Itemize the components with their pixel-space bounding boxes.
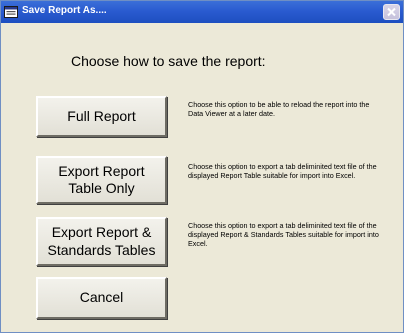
window-title: Save Report As.... — [22, 5, 107, 16]
app-window-icon — [4, 6, 18, 18]
export-report-standards-button[interactable]: Export Report & Standards Tables — [36, 217, 167, 266]
full-report-button[interactable]: Full Report — [36, 96, 167, 137]
dialog-heading: Choose how to save the report: — [71, 53, 266, 69]
export-report-table-button[interactable]: Export Report Table Only — [36, 156, 167, 204]
save-report-dialog: Save Report As.... Choose how to save th… — [0, 0, 404, 333]
title-bar[interactable]: Save Report As.... — [1, 1, 403, 23]
full-report-description: Choose this option to be able to reload … — [188, 100, 370, 119]
close-icon — [387, 7, 396, 17]
cancel-button[interactable]: Cancel — [36, 277, 167, 319]
export-report-table-description: Choose this option to export a tab delim… — [188, 162, 377, 181]
export-report-standards-description: Choose this option to export a tab delim… — [188, 221, 379, 249]
close-button[interactable] — [383, 4, 400, 20]
